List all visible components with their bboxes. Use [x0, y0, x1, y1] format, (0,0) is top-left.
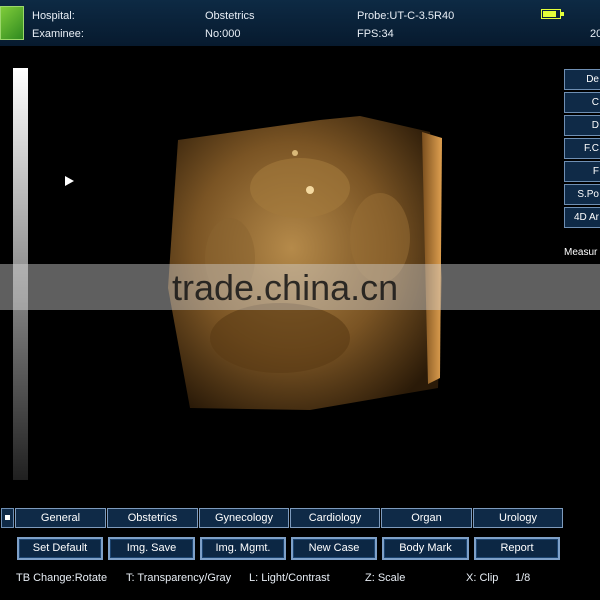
tab-gynecology[interactable]: Gynecology [199, 508, 289, 528]
tab-urology[interactable]: Urology [473, 508, 563, 528]
new-case-button[interactable]: New Case [291, 537, 377, 560]
side-menu-item-4[interactable]: F.C [564, 138, 600, 159]
body-mark-button[interactable]: Body Mark [382, 537, 469, 560]
side-menu-item-1[interactable]: De [564, 69, 600, 90]
side-menu-item-3[interactable]: D [564, 115, 600, 136]
date-display: 20 [590, 28, 600, 40]
report-button[interactable]: Report [474, 537, 560, 560]
logo-icon [0, 6, 24, 40]
battery-level [543, 11, 556, 17]
side-menu-item-6[interactable]: S.Po [564, 184, 600, 205]
exam-number: No:000 [205, 28, 241, 40]
tab-general[interactable]: General [15, 508, 106, 528]
hospital-label: Hospital: [32, 10, 75, 22]
exam-type: Obstetrics [205, 10, 255, 22]
img-save-button[interactable]: Img. Save [108, 537, 195, 560]
side-menu-item-5[interactable]: F [564, 161, 600, 182]
ultrasound-3d-image[interactable] [160, 108, 450, 413]
header-bar: Hospital: Examinee: Obstetrics No:000 Pr… [0, 0, 600, 46]
tab-marker-icon [1, 508, 14, 528]
measure-label: Measur [564, 247, 598, 258]
status-scale: Z: Scale [365, 572, 406, 584]
img-mgmt-button[interactable]: Img. Mgmt. [200, 537, 286, 560]
tab-cardiology[interactable]: Cardiology [290, 508, 380, 528]
status-rotate: TB Change:Rotate [16, 572, 108, 584]
tab-organ[interactable]: Organ [381, 508, 472, 528]
side-menu-item-2[interactable]: C [564, 92, 600, 113]
set-default-button[interactable]: Set Default [17, 537, 103, 560]
status-light: L: Light/Contrast [249, 572, 330, 584]
pointer-icon[interactable] [65, 176, 74, 186]
probe-info: Probe:UT-C-3.5R40 [357, 10, 455, 22]
status-clip: X: Clip [466, 572, 499, 584]
side-menu-item-7[interactable]: 4D Ar [564, 207, 600, 228]
battery-icon [541, 9, 564, 19]
fps-readout: FPS:34 [357, 28, 394, 40]
status-page: 1/8 [515, 572, 531, 584]
examinee-label: Examinee: [32, 28, 84, 40]
status-transparency: T: Transparency/Gray [126, 572, 232, 584]
watermark-text: trade.china.cn [172, 267, 399, 308]
tab-obstetrics[interactable]: Obstetrics [107, 508, 198, 528]
